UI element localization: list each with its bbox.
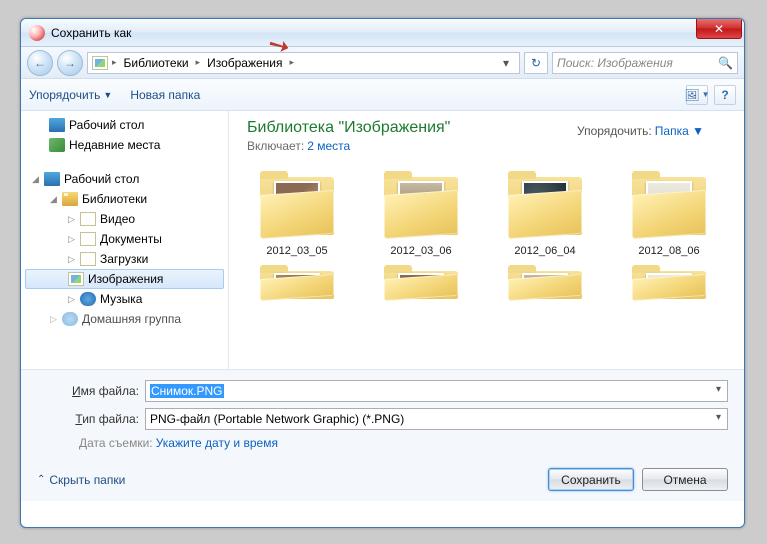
address-bar[interactable]: ▸ Библиотеки ▸ Изображения ▸ ▾ bbox=[87, 52, 520, 74]
breadcrumb-segment[interactable]: Библиотеки bbox=[121, 56, 192, 70]
pictures-icon bbox=[68, 272, 84, 286]
desktop-icon bbox=[44, 172, 60, 186]
toolbar: Упорядочить ▼ Новая папка 🖼▼ ? bbox=[21, 79, 744, 111]
filetype-label: Тип файла: bbox=[37, 412, 145, 426]
help-button[interactable]: ? bbox=[714, 85, 736, 105]
app-icon bbox=[29, 25, 45, 41]
sidebar: Рабочий стол Недавние места ◢Рабочий сто… bbox=[21, 111, 229, 369]
sidebar-item-downloads[interactable]: ▷Загрузки bbox=[21, 249, 228, 269]
sidebar-item-documents[interactable]: ▷Документы bbox=[21, 229, 228, 249]
sidebar-item-recent[interactable]: Недавние места bbox=[21, 135, 228, 155]
close-button[interactable]: ✕ bbox=[696, 19, 742, 39]
folder-item[interactable]: 2012_03_06 bbox=[371, 171, 471, 257]
cancel-button[interactable]: Отмена bbox=[642, 468, 728, 491]
chevron-right-icon: ▸ bbox=[110, 57, 119, 68]
refresh-icon: ↻ bbox=[531, 56, 541, 70]
folder-item[interactable]: 2012_03_05 bbox=[247, 171, 347, 257]
folder-item[interactable] bbox=[619, 265, 719, 309]
back-icon: ← bbox=[34, 56, 46, 70]
forward-icon: → bbox=[64, 56, 76, 70]
sidebar-item-desktop[interactable]: Рабочий стол bbox=[21, 115, 228, 135]
sidebar-item-video[interactable]: ▷Видео bbox=[21, 209, 228, 229]
location-icon bbox=[92, 56, 108, 70]
homegroup-icon bbox=[62, 312, 78, 326]
address-dropdown[interactable]: ▾ bbox=[497, 56, 515, 70]
document-icon bbox=[80, 232, 96, 246]
sidebar-item-desktop-root[interactable]: ◢Рабочий стол bbox=[21, 169, 228, 189]
view-icon: 🖼 bbox=[684, 88, 699, 102]
expand-icon[interactable]: ▷ bbox=[49, 314, 58, 325]
filename-input[interactable]: Снимок.PNG bbox=[145, 380, 728, 402]
includes-link[interactable]: 2 места bbox=[307, 139, 350, 153]
sidebar-item-libraries[interactable]: ◢Библиотеки bbox=[21, 189, 228, 209]
dialog-footer: ⌃ Скрыть папки Сохранить Отмена bbox=[21, 458, 744, 501]
save-button[interactable]: Сохранить bbox=[548, 468, 634, 491]
back-button[interactable]: ← bbox=[27, 50, 53, 76]
filename-label: Имя файла: bbox=[37, 384, 145, 398]
folder-item[interactable]: 2012_06_04 bbox=[495, 171, 595, 257]
folder-item[interactable]: 2012_08_06 bbox=[619, 171, 719, 257]
filetype-select[interactable]: PNG-файл (Portable Network Graphic) (*.P… bbox=[145, 408, 728, 430]
collapse-icon[interactable]: ◢ bbox=[49, 194, 58, 205]
music-icon bbox=[80, 292, 96, 306]
chevron-right-icon[interactable]: ▸ bbox=[194, 57, 203, 68]
help-icon: ? bbox=[721, 88, 728, 102]
metadata-line: Дата съемки: Укажите дату и время bbox=[79, 436, 728, 450]
chevron-up-icon: ⌃ bbox=[37, 474, 45, 485]
folder-content[interactable]: Библиотека "Изображения" Включает: 2 мес… bbox=[229, 111, 744, 369]
chevron-right-icon[interactable]: ▸ bbox=[288, 57, 297, 68]
hide-folders-toggle[interactable]: ⌃ Скрыть папки bbox=[37, 473, 125, 487]
expand-icon[interactable]: ▷ bbox=[67, 254, 76, 265]
refresh-button[interactable]: ↻ bbox=[524, 52, 548, 74]
window-title: Сохранить как bbox=[51, 26, 131, 40]
folder-item[interactable] bbox=[371, 265, 471, 309]
folder-item[interactable] bbox=[495, 265, 595, 309]
library-subtitle: Включает: 2 места bbox=[247, 139, 726, 153]
expand-icon[interactable]: ▷ bbox=[67, 234, 76, 245]
chevron-down-icon: ▼ bbox=[103, 90, 112, 100]
sidebar-item-music[interactable]: ▷Музыка bbox=[21, 289, 228, 309]
organize-menu[interactable]: Упорядочить ▼ bbox=[29, 88, 112, 102]
save-as-dialog: Сохранить как ✕ ← → ▸ Библиотеки ▸ Изобр… bbox=[20, 18, 745, 528]
breadcrumb-segment[interactable]: Изображения bbox=[204, 56, 285, 70]
sidebar-item-pictures[interactable]: Изображения bbox=[25, 269, 224, 289]
desktop-icon bbox=[49, 118, 65, 132]
new-folder-button[interactable]: Новая папка bbox=[130, 88, 200, 102]
nav-bar: ← → ▸ Библиотеки ▸ Изображения ▸ ▾ ↻ Пои… bbox=[21, 47, 744, 79]
date-taken-link[interactable]: Укажите дату и время bbox=[156, 436, 278, 450]
title-bar[interactable]: Сохранить как ✕ bbox=[21, 19, 744, 47]
search-placeholder: Поиск: Изображения bbox=[557, 56, 673, 70]
arrange-by: Упорядочить: Папка ▼ bbox=[577, 124, 704, 138]
collapse-icon[interactable]: ◢ bbox=[31, 174, 40, 185]
video-icon bbox=[80, 212, 96, 226]
library-icon bbox=[62, 192, 78, 206]
download-icon bbox=[80, 252, 96, 266]
search-input[interactable]: Поиск: Изображения 🔍 bbox=[552, 52, 738, 74]
close-icon: ✕ bbox=[714, 22, 724, 36]
sidebar-item-homegroup[interactable]: ▷Домашняя группа bbox=[21, 309, 228, 329]
expand-icon[interactable]: ▷ bbox=[67, 294, 76, 305]
expand-icon[interactable]: ▷ bbox=[67, 214, 76, 225]
search-icon: 🔍 bbox=[718, 56, 733, 70]
view-mode-button[interactable]: 🖼▼ bbox=[686, 85, 708, 105]
forward-button[interactable]: → bbox=[57, 50, 83, 76]
folder-item[interactable] bbox=[247, 265, 347, 309]
arrange-dropdown[interactable]: Папка ▼ bbox=[655, 124, 704, 138]
file-fields: Имя файла: Снимок.PNG Тип файла: PNG-фай… bbox=[21, 369, 744, 458]
recent-icon bbox=[49, 138, 65, 152]
